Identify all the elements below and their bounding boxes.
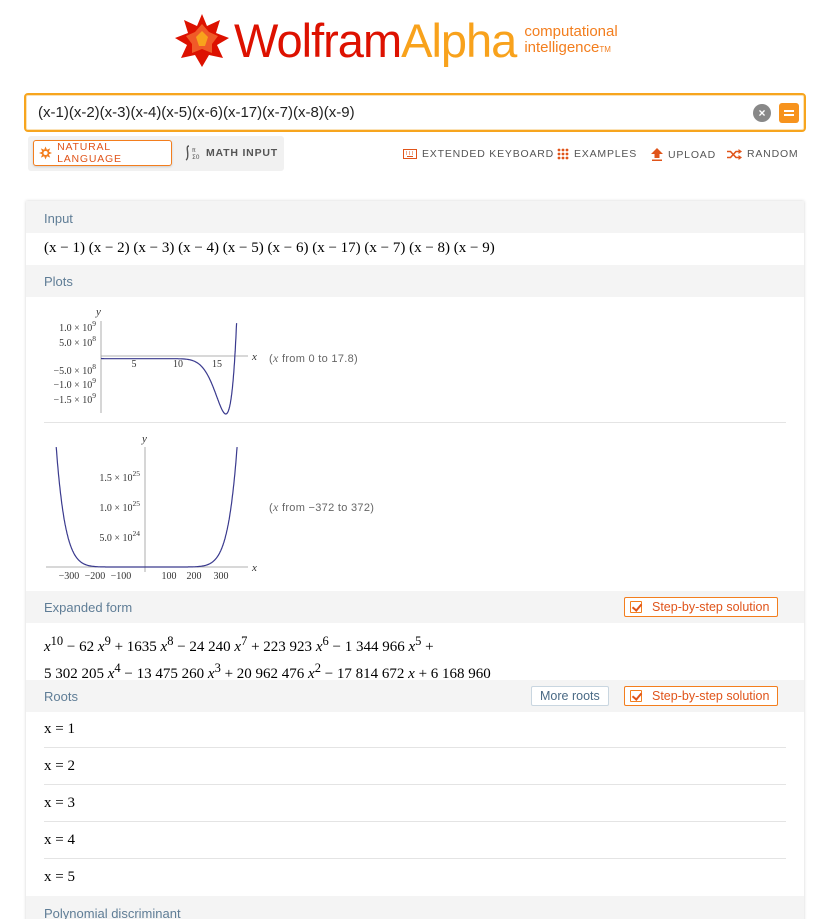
x-axis-label: x [251, 351, 257, 363]
discriminant-pod-title: Polynomial discriminant [44, 906, 181, 919]
keyboard-icon [403, 149, 417, 159]
y-tick-label: 5.0 × 108 [59, 334, 96, 349]
root-item: x = 2 [44, 758, 75, 774]
x-axis-label: x [251, 562, 257, 574]
expanded-form-result: x10 − 62 x9 + 1635 x8 − 24 240 x7 + 223 … [44, 634, 491, 682]
x-tick-label: 10 [173, 359, 183, 370]
spikey-logo-icon [175, 14, 229, 67]
x-tick-label: 15 [212, 359, 222, 370]
grid-dots-icon [557, 148, 569, 160]
y-tick-label: 1.0 × 1025 [99, 499, 140, 514]
root-divider [44, 821, 786, 822]
plots-pod-header: Plots [26, 265, 804, 297]
plot-wide-range: y x −300 −200 −100 100 200 300 1.5 × 102… [46, 433, 257, 582]
input-mode-toggle: NATURAL LANGUAGE π Σ0 MATH INPUT [28, 136, 284, 171]
function-curve [55, 447, 238, 568]
examples-button[interactable]: EXAMPLES [557, 148, 637, 160]
wolfram-alpha-logo[interactable]: WolframAlpha computational intelligenceT… [174, 10, 618, 70]
random-button[interactable]: RANDOM [727, 148, 798, 160]
svg-text:Σ0: Σ0 [192, 154, 200, 161]
y-tick-label: −1.5 × 109 [53, 391, 96, 406]
root-item: x = 3 [44, 795, 75, 811]
x-tick-label: −200 [85, 571, 106, 582]
upload-button[interactable]: UPLOAD [651, 148, 716, 161]
compute-button[interactable] [779, 103, 799, 123]
x-tick-label: 200 [187, 571, 202, 582]
y-axis-label: y [141, 433, 147, 445]
plot-small-range: y x 5 10 15 1.0 × 109 5.0 × 108 −5.0 × 1… [53, 306, 257, 415]
roots-pod-header: Roots More roots Step-by-step solution [26, 680, 804, 712]
spikey-small-icon [39, 146, 53, 160]
step-by-step-button[interactable]: Step-by-step solution [624, 597, 779, 617]
y-axis-label: y [95, 306, 101, 318]
y-tick-label: −1.0 × 109 [53, 376, 96, 391]
natural-language-label: NATURAL LANGUAGE [57, 141, 122, 165]
x-tick-label: 300 [214, 571, 229, 582]
svg-text:π: π [192, 147, 196, 154]
extended-keyboard-button[interactable]: EXTENDED KEYBOARD [403, 148, 554, 160]
math-symbols-icon: π Σ0 [185, 145, 200, 161]
y-tick-label: −5.0 × 108 [53, 362, 96, 377]
plots-pod-title: Plots [44, 274, 73, 289]
logo-tagline: computational intelligenceTM [524, 23, 618, 56]
x-tick-label: −300 [59, 571, 80, 582]
step-by-step-button[interactable]: Step-by-step solution [624, 686, 779, 706]
discriminant-pod-header: Polynomial discriminant [26, 896, 804, 919]
x-tick-label: 5 [132, 359, 137, 370]
extended-keyboard-label: EXTENDED KEYBOARD [422, 148, 555, 160]
input-pod-title: Input [44, 211, 73, 226]
input-expression: (x − 1) (x − 2) (x − 3) (x − 4) (x − 5) … [44, 240, 495, 256]
math-input-label: MATH INPUT [206, 147, 278, 159]
search-bar: × [24, 93, 806, 132]
root-divider [44, 784, 786, 785]
search-input[interactable] [38, 95, 738, 130]
y-tick-label: 1.0 × 109 [59, 319, 96, 334]
examples-label: EXAMPLES [574, 148, 638, 160]
expanded-pod-title: Expanded form [44, 600, 133, 615]
more-roots-button[interactable]: More roots [531, 686, 609, 706]
y-tick-label: 5.0 × 1024 [99, 529, 140, 544]
plot2-range-label: (x from −372 to 372) [269, 500, 375, 514]
root-item: x = 4 [44, 832, 75, 848]
natural-language-button[interactable]: NATURAL LANGUAGE [33, 140, 172, 166]
logo-wordmark: WolframAlpha [234, 13, 517, 67]
clear-icon[interactable]: × [753, 104, 771, 122]
random-label: RANDOM [747, 148, 799, 160]
roots-pod-title: Roots [44, 689, 78, 704]
math-input-button[interactable]: π Σ0 MATH INPUT [185, 140, 278, 166]
root-divider [44, 747, 786, 748]
upload-label: UPLOAD [668, 148, 716, 161]
shuffle-icon [727, 148, 742, 160]
checkbox-icon [630, 601, 642, 613]
expanded-pod-header: Expanded form Step-by-step solution [26, 591, 804, 623]
checkbox-icon [630, 690, 642, 702]
root-item: x = 1 [44, 721, 75, 737]
plot1-range-label: (x from 0 to 17.8) [269, 351, 359, 365]
x-tick-label: 100 [162, 571, 177, 582]
y-tick-label: 1.5 × 1025 [99, 469, 140, 484]
root-item: x = 5 [44, 869, 75, 885]
plot-divider [44, 422, 786, 423]
root-divider [44, 858, 786, 859]
x-tick-label: −100 [111, 571, 132, 582]
upload-icon [651, 148, 663, 161]
input-pod-header: Input [26, 201, 804, 233]
results-panel: Input (x − 1) (x − 2) (x − 3) (x − 4) (x… [26, 201, 804, 919]
